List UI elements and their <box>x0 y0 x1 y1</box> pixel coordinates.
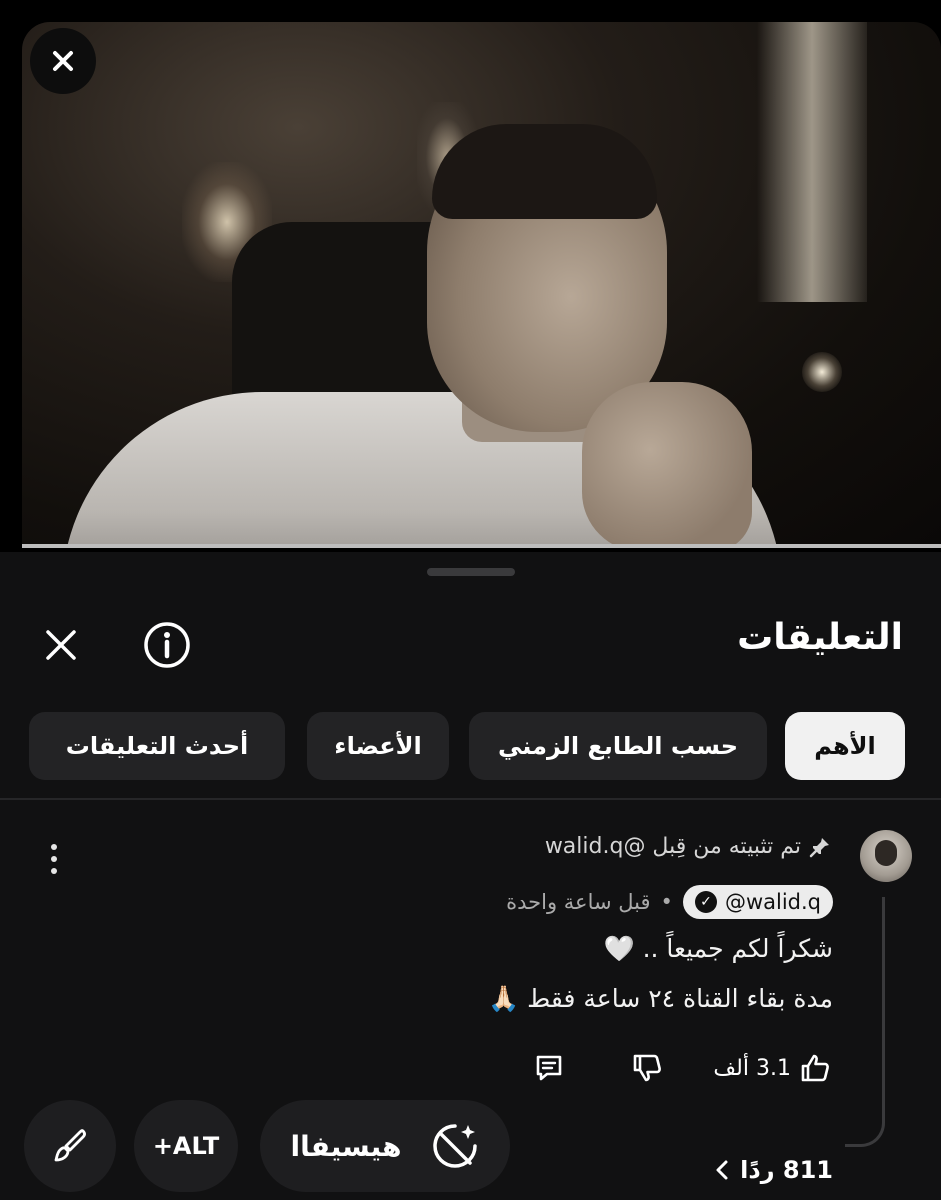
thumbs-up-icon <box>801 1054 829 1082</box>
verified-check-icon: ✓ <box>694 891 717 913</box>
close-icon <box>53 51 73 71</box>
person-hair <box>432 124 657 219</box>
comment-text-line-1: شكراً لكم جميعاً .. 🤍 <box>603 934 834 963</box>
tab-members[interactable]: الأعضاء <box>307 712 449 780</box>
comment-text-line-2: مدة بقاء القناة ٢٤ ساعة فقط 🙏🏻 <box>488 984 833 1013</box>
thumbs-down-icon <box>634 1054 662 1082</box>
view-replies-button[interactable]: 811 ردًا <box>714 1156 833 1184</box>
tab-by-timestamp[interactable]: حسب الطابع الزمني <box>469 712 767 780</box>
ai-action-label: هيسيفاا <box>290 1129 402 1163</box>
pinned-text: تم تثبيته من قِبل @walid.q <box>544 834 801 859</box>
info-button[interactable] <box>142 620 192 670</box>
close-video-button[interactable] <box>30 28 96 94</box>
tab-newest[interactable]: أحدث التعليقات <box>29 712 285 780</box>
markup-brush-button[interactable] <box>24 1100 116 1192</box>
close-comments-button[interactable] <box>36 620 86 670</box>
comment-actions: 3.1 ألف <box>531 1050 833 1086</box>
person-hand <box>582 382 752 548</box>
brush-icon <box>54 1129 86 1162</box>
reply-thread-line <box>845 897 885 1147</box>
meta-separator: • <box>660 890 673 914</box>
comment-more-button[interactable] <box>42 842 66 876</box>
comment-time: قبل ساعة واحدة <box>506 890 651 914</box>
pinned-label: تم تثبيته من قِبل @walid.q <box>545 834 831 859</box>
spark-circle-icon <box>432 1124 477 1168</box>
divider <box>0 798 941 800</box>
pin-icon <box>809 837 829 857</box>
close-icon <box>46 630 76 660</box>
author-handle: @walid.q <box>724 890 821 914</box>
comment-filter-tabs: الأهم حسب الطابع الزمني الأعضاء أحدث الت… <box>29 712 905 780</box>
avatar[interactable] <box>860 830 912 882</box>
info-icon <box>144 622 190 668</box>
comment-meta: ✓ @walid.q • قبل ساعة واحدة <box>506 885 833 919</box>
chevron-left-icon <box>716 1160 728 1180</box>
background-light <box>802 352 842 392</box>
more-vertical-icon <box>51 844 57 850</box>
like-count: 3.1 ألف <box>713 1055 791 1081</box>
tab-top[interactable]: الأهم <box>785 712 905 780</box>
alt-text-button[interactable]: +ALT <box>134 1100 238 1192</box>
video-player[interactable] <box>22 22 941 548</box>
app-frame: التعليقات الأهم حسب الطابع الزمني الأعضا… <box>0 0 941 1200</box>
replies-count: 811 ردًا <box>740 1156 833 1184</box>
background-light <box>757 22 867 302</box>
reply-button[interactable] <box>531 1050 567 1086</box>
like-button[interactable] <box>797 1050 833 1086</box>
sheet-drag-handle[interactable] <box>427 568 515 576</box>
video-progress-bar[interactable] <box>22 544 941 548</box>
ai-action-button[interactable]: هيسيفاا <box>260 1100 510 1192</box>
comment-icon <box>537 1055 562 1081</box>
author-handle-badge[interactable]: ✓ @walid.q <box>682 885 833 919</box>
sheet-title: التعليقات <box>737 617 903 658</box>
dislike-button[interactable] <box>629 1050 665 1086</box>
